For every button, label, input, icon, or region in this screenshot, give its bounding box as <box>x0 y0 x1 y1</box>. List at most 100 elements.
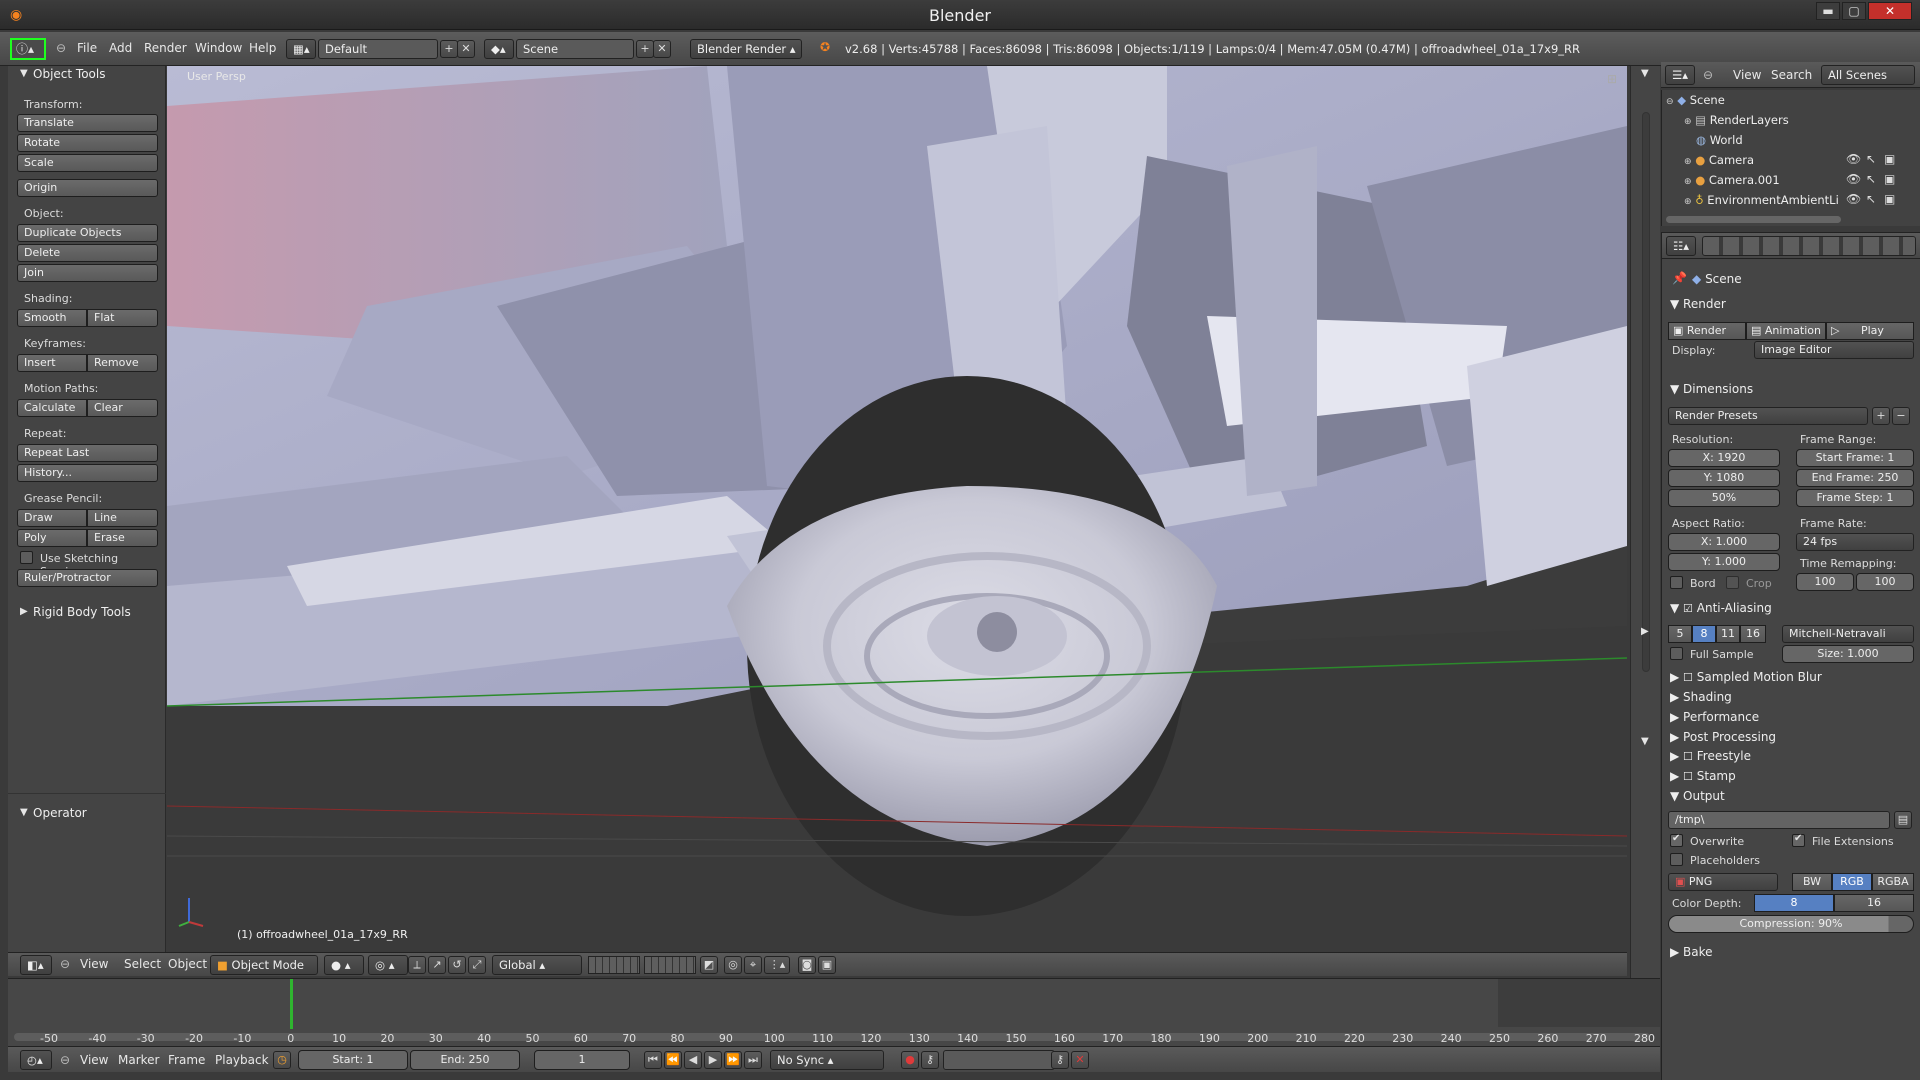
outliner-item-camera-001[interactable]: ⊕ ● Camera.001 <box>1684 170 1780 190</box>
post-processing-panel-header[interactable]: ▶ Post Processing <box>1670 730 1776 744</box>
visibility-eye-icon[interactable]: 👁 <box>1846 152 1861 166</box>
display-dropdown[interactable]: Image Editor <box>1754 341 1914 359</box>
anti-aliasing-checkbox[interactable]: ☑ <box>1683 602 1693 615</box>
color-rgba-toggle[interactable]: RGBA <box>1872 873 1914 891</box>
frame-rate-dropdown[interactable]: 24 fps <box>1796 533 1914 551</box>
aa-samples-11[interactable]: 11 <box>1716 625 1740 643</box>
filter-size-field[interactable]: Size: 1.000 <box>1782 645 1914 663</box>
layout-name-field[interactable]: Default <box>318 39 438 59</box>
insert-keyframe-icon[interactable]: ⚷ <box>1051 1051 1069 1069</box>
stamp-checkbox[interactable]: ☐ <box>1683 770 1693 783</box>
3d-viewport[interactable]: User Persp (1) offroadwheel_01a_17x9_RR … <box>167 66 1627 952</box>
timeline-editor-type-icon[interactable]: ◴▴ <box>20 1050 52 1070</box>
viewport-menu-object[interactable]: Object <box>168 957 207 971</box>
visibility-eye-icon[interactable]: 👁 <box>1846 172 1861 186</box>
menu-file[interactable]: File <box>77 41 97 55</box>
add-preset-icon[interactable]: + <box>1872 407 1890 425</box>
delete-button[interactable]: Delete <box>17 244 158 262</box>
collapse-triangle-icon[interactable]: ▼ <box>20 68 28 79</box>
border-checkbox[interactable] <box>1670 576 1683 589</box>
menu-add[interactable]: Add <box>109 41 132 55</box>
resolution-percentage-field[interactable]: 50% <box>1668 489 1780 507</box>
motion-blur-panel-header[interactable]: ▶ ☐ Sampled Motion Blur <box>1670 670 1822 684</box>
rotate-manipulator-icon[interactable]: ↺ <box>448 956 466 974</box>
remap-old-field[interactable]: 100 <box>1796 573 1854 591</box>
snap-toggle-icon[interactable]: ⌖ <box>744 956 762 974</box>
aa-filter-dropdown[interactable]: Mitchell-Netravali <box>1782 625 1914 643</box>
scene-name-field[interactable]: Scene <box>516 39 634 59</box>
keying-set-icon[interactable]: ⚷ <box>921 1051 939 1069</box>
opengl-animation-icon[interactable]: ▣ <box>818 956 836 974</box>
scroll-up-icon[interactable]: ▼ <box>1641 68 1649 79</box>
crop-checkbox[interactable] <box>1726 576 1739 589</box>
calculate-button[interactable]: Calculate <box>17 399 87 417</box>
insert-keyframe-button[interactable]: Insert <box>17 354 87 372</box>
proportional-edit-icon[interactable]: ◎ <box>724 956 742 974</box>
pivot-point-dropdown[interactable]: ◎ ▴ <box>368 955 408 975</box>
transform-orientation-dropdown[interactable]: Global ▴ <box>492 955 582 975</box>
freestyle-panel-header[interactable]: ▶ ☐ Freestyle <box>1670 749 1751 763</box>
rotate-button[interactable]: Rotate <box>17 134 158 152</box>
outliner-item-renderlayers[interactable]: ⊕ ▤ RenderLayers <box>1684 110 1789 130</box>
end-frame-field[interactable]: End Frame: 250 <box>1796 469 1914 487</box>
bake-panel-header[interactable]: ▶ Bake <box>1670 945 1713 959</box>
aspect-x-field[interactable]: X: 1.000 <box>1668 533 1780 551</box>
render-engine-dropdown[interactable]: Blender Render ▴ <box>690 39 802 59</box>
delete-keyframe-icon[interactable]: ✕ <box>1071 1051 1089 1069</box>
maximize-button[interactable]: ▢ <box>1842 2 1866 20</box>
add-scene-icon[interactable]: + <box>636 40 654 58</box>
compression-slider[interactable]: Compression: 90% <box>1668 915 1914 933</box>
file-format-dropdown[interactable]: ▣ PNG <box>1668 873 1778 891</box>
viewport-menu-view[interactable]: View <box>80 957 108 971</box>
placeholders-checkbox[interactable] <box>1670 853 1683 866</box>
scene-icon[interactable]: ◆▴ <box>484 39 514 59</box>
clear-button[interactable]: Clear <box>87 399 158 417</box>
erase-button[interactable]: Erase <box>87 529 158 547</box>
add-layout-icon[interactable]: + <box>440 40 458 58</box>
viewport-shading-dropdown[interactable]: ● ▴ <box>324 955 364 975</box>
outliner-menu-search[interactable]: Search <box>1771 68 1812 82</box>
current-frame-field[interactable]: 1 <box>534 1050 630 1070</box>
shading-panel-header[interactable]: ▶ Shading <box>1670 690 1732 704</box>
outliner-scrollbar[interactable] <box>1666 216 1841 223</box>
resolution-y-field[interactable]: Y: 1080 <box>1668 469 1780 487</box>
motion-blur-checkbox[interactable]: ☐ <box>1683 671 1693 684</box>
outliner-item-camera[interactable]: ⊕ ● Camera <box>1684 150 1754 170</box>
origin-button[interactable]: Origin <box>17 179 158 197</box>
opengl-render-icon[interactable]: ◙ <box>798 956 816 974</box>
outliner-editor-type-icon[interactable]: ☰▴ <box>1665 65 1695 85</box>
outliner-menu-view[interactable]: View <box>1733 68 1761 82</box>
aa-samples-5[interactable]: 5 <box>1668 625 1692 643</box>
remove-keyframe-button[interactable]: Remove <box>87 354 158 372</box>
translate-manipulator-icon[interactable]: ↗ <box>428 956 446 974</box>
scale-manipulator-icon[interactable]: ⤢ <box>468 956 486 974</box>
select-arrow-icon[interactable]: ↖ <box>1866 172 1876 186</box>
viewport-menu-select[interactable]: Select <box>124 957 161 971</box>
side-scroll-column[interactable]: ▼ ▶ ▼ <box>1630 66 1660 1046</box>
minimize-button[interactable]: ▬ <box>1816 2 1840 20</box>
smooth-button[interactable]: Smooth <box>17 309 87 327</box>
keying-set-field[interactable] <box>943 1050 1055 1070</box>
resolution-x-field[interactable]: X: 1920 <box>1668 449 1780 467</box>
visibility-eye-icon[interactable]: 👁 <box>1846 192 1861 206</box>
frame-step-field[interactable]: Frame Step: 1 <box>1796 489 1914 507</box>
ruler-button[interactable]: Ruler/Protractor <box>17 569 158 587</box>
start-frame-field[interactable]: Start: 1 <box>298 1050 408 1070</box>
layer-buttons-group-1[interactable] <box>588 956 640 974</box>
sketching-checkbox[interactable] <box>20 551 33 564</box>
timeline-menu-marker[interactable]: Marker <box>118 1053 159 1067</box>
rigid-body-tools-title[interactable]: Rigid Body Tools <box>33 605 131 619</box>
layer-buttons-group-2[interactable] <box>644 956 696 974</box>
manipulator-toggle-icon[interactable]: ⟂ <box>408 956 426 974</box>
menu-render[interactable]: Render <box>144 41 187 55</box>
menu-help[interactable]: Help <box>249 41 276 55</box>
timeline-collapse-icon[interactable]: ⊖ <box>60 1053 70 1067</box>
freestyle-checkbox[interactable]: ☐ <box>1683 750 1693 763</box>
color-bw-toggle[interactable]: BW <box>1792 873 1832 891</box>
poly-button[interactable]: Poly <box>17 529 87 547</box>
flat-button[interactable]: Flat <box>87 309 158 327</box>
performance-panel-header[interactable]: ▶ Performance <box>1670 710 1759 724</box>
expand-triangle-icon[interactable]: ▶ <box>20 606 28 617</box>
render-presets-dropdown[interactable]: Render Presets <box>1668 407 1868 425</box>
aa-samples-8[interactable]: 8 <box>1692 625 1716 643</box>
